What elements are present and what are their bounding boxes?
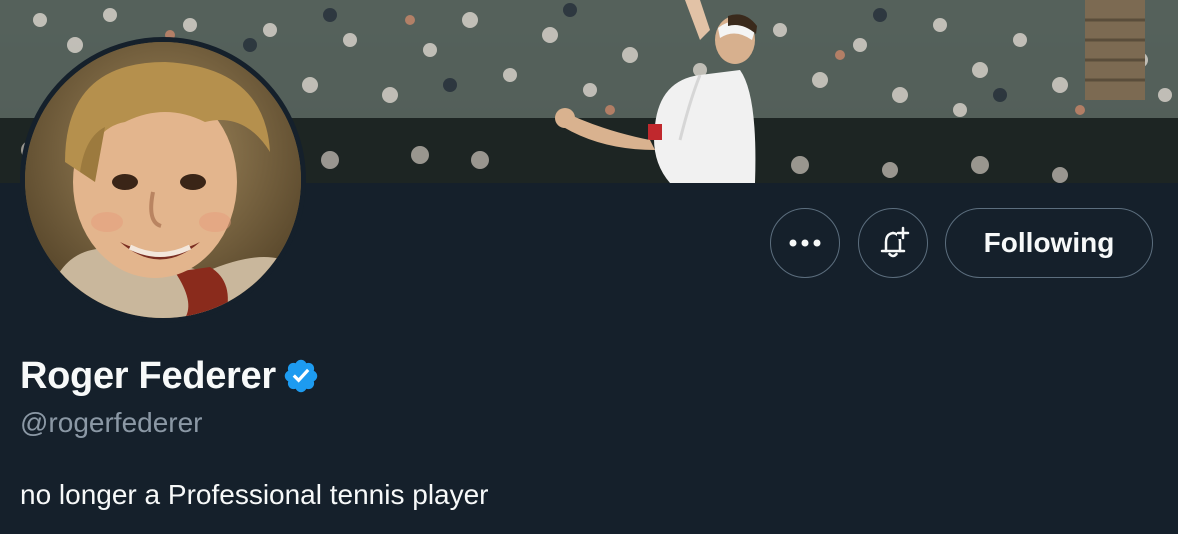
verified-badge-icon[interactable] xyxy=(282,357,320,395)
bell-plus-icon xyxy=(880,226,910,258)
display-name-row: Roger Federer xyxy=(20,352,320,400)
more-options-button[interactable] xyxy=(770,208,840,278)
profile-avatar[interactable] xyxy=(20,37,306,323)
following-button-label: Following xyxy=(983,227,1115,258)
following-button[interactable]: Following xyxy=(945,208,1153,278)
display-name: Roger Federer xyxy=(20,354,276,397)
profile-header: Following Roger Federer @rogerfederer no… xyxy=(0,0,1178,534)
turn-on-notifications-button[interactable] xyxy=(858,208,928,278)
profile-bio: no longer a Professional tennis player xyxy=(20,479,489,510)
more-horizontal-icon xyxy=(789,239,821,247)
user-handle: @rogerfederer xyxy=(20,407,203,438)
